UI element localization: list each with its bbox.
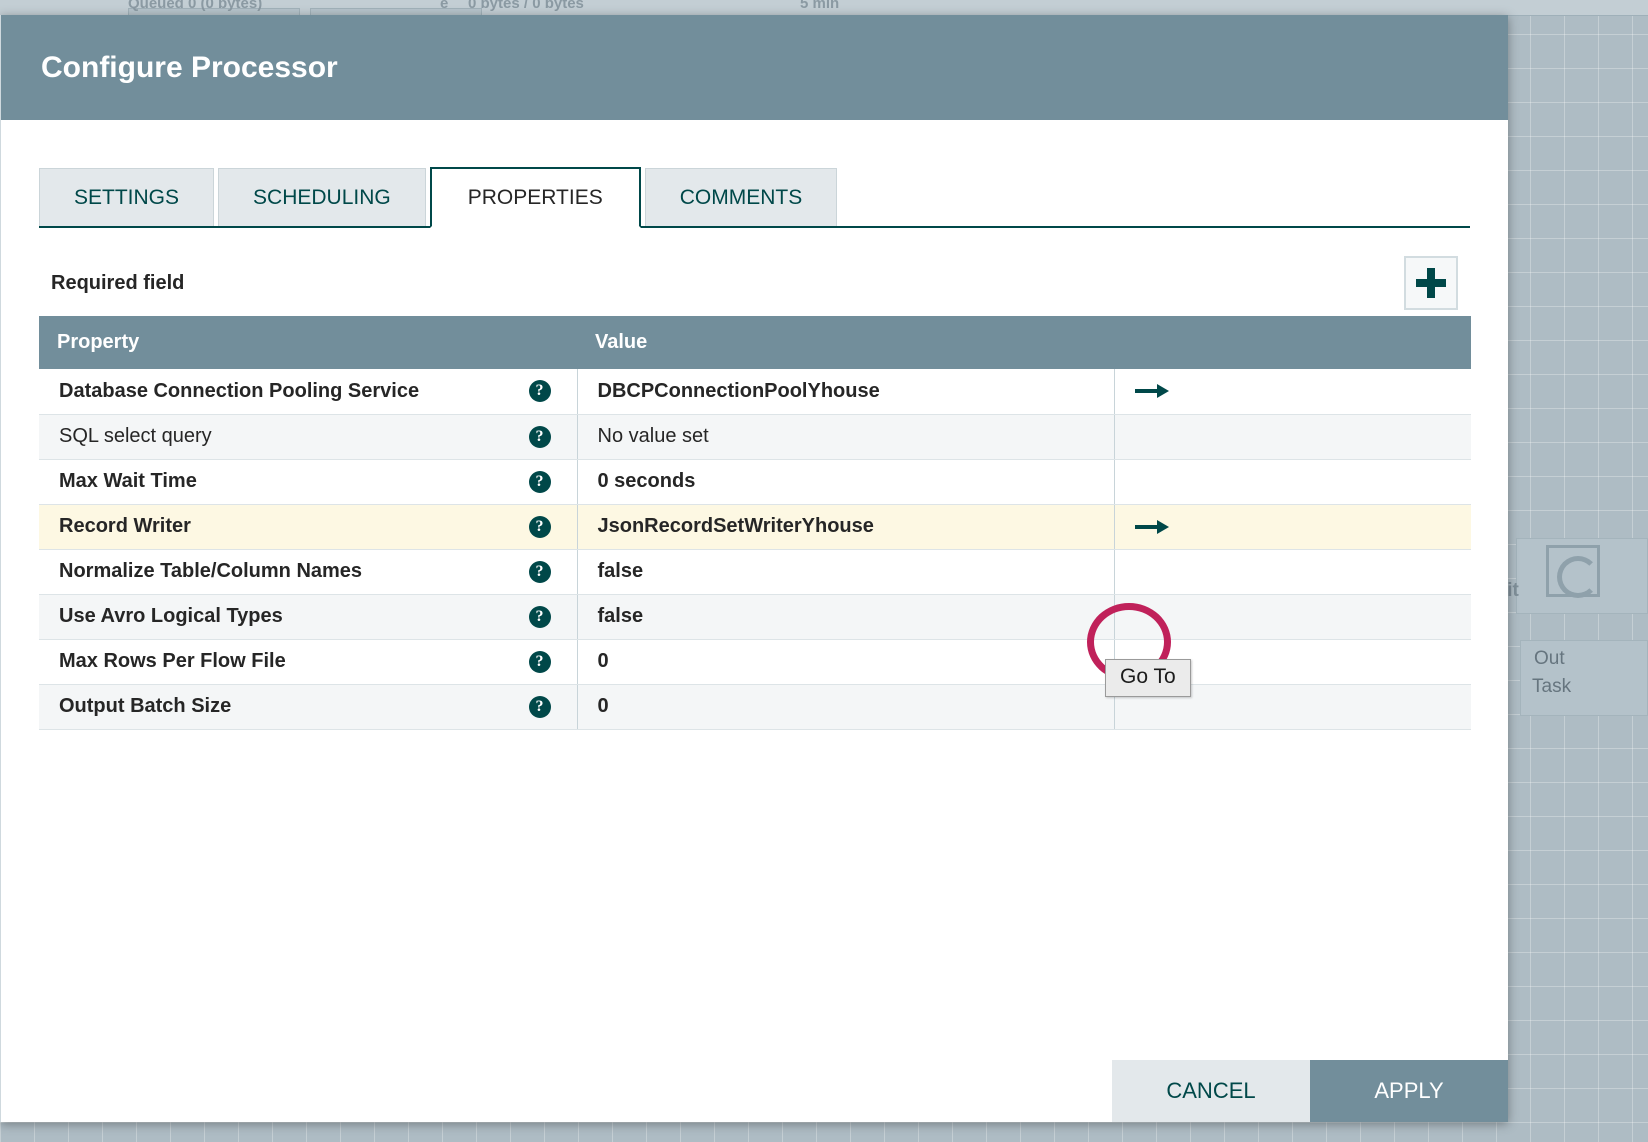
background-bytes-status: 0 bytes / 0 bytes — [468, 0, 584, 12]
dialog-footer: CANCEL APPLY — [1, 1060, 1508, 1122]
help-icon[interactable]: ? — [528, 605, 551, 628]
property-value-cell[interactable]: 0 — [576, 639, 1114, 685]
tab-scheduling[interactable]: SCHEDULING — [218, 168, 426, 226]
property-label: Max Wait Time — [59, 470, 197, 492]
goto-cell[interactable] — [1113, 504, 1471, 550]
arrow-right-icon[interactable] — [1134, 381, 1169, 401]
page-title: Configure Processor — [41, 50, 338, 84]
help-icon[interactable]: ? — [528, 515, 551, 538]
add-property-button[interactable] — [1404, 256, 1458, 310]
property-value-cell[interactable]: No value set — [576, 414, 1114, 460]
property-value-cell[interactable]: false — [576, 594, 1114, 640]
dialog-body: SETTINGS SCHEDULING PROPERTIES COMMENTS … — [1, 120, 1508, 1060]
arrow-right-icon[interactable] — [1134, 517, 1169, 537]
cancel-button[interactable]: CANCEL — [1112, 1060, 1310, 1122]
property-label: Max Rows Per Flow File — [59, 650, 286, 672]
tab-settings[interactable]: SETTINGS — [39, 168, 215, 226]
tab-properties[interactable]: PROPERTIES — [429, 167, 641, 228]
table-row[interactable]: Max Rows Per Flow File? 0 — [39, 639, 1471, 685]
required-field-legend: Required field — [51, 271, 185, 294]
column-header-property: Property — [39, 316, 577, 369]
background-readwrite-status: e — [440, 0, 449, 12]
table-header-row: Property Value — [39, 316, 1471, 369]
apply-button[interactable]: APPLY — [1310, 1060, 1508, 1122]
property-value-cell[interactable]: JsonRecordSetWriterYhouse — [576, 504, 1114, 550]
help-icon[interactable]: ? — [528, 560, 551, 583]
property-label: SQL select query — [59, 425, 212, 447]
goto-tooltip: Go To — [1105, 659, 1191, 697]
property-name-cell: Max Wait Time? — [39, 459, 577, 505]
table-row[interactable]: Normalize Table/Column Names? false — [39, 549, 1471, 595]
property-name-cell: Record Writer? — [39, 504, 577, 550]
background-task-label: Task — [1532, 676, 1572, 697]
dialog-header: Configure Processor — [1, 15, 1508, 120]
property-name-cell: SQL select query? — [39, 414, 577, 460]
background-out-label: Out — [1534, 648, 1565, 669]
property-name-cell: Normalize Table/Column Names? — [39, 549, 577, 595]
table-row[interactable]: Record Writer? JsonRecordSetWriterYhouse — [39, 504, 1471, 550]
configure-processor-dialog: Configure Processor SETTINGS SCHEDULING … — [0, 15, 1508, 1122]
property-name-cell: Max Rows Per Flow File? — [39, 639, 577, 685]
help-icon[interactable]: ? — [528, 380, 551, 403]
properties-subheader: Required field — [39, 254, 1470, 312]
property-label: Database Connection Pooling Service — [59, 379, 420, 402]
property-name-cell: Output Batch Size? — [39, 684, 577, 730]
column-header-value: Value — [577, 316, 1114, 369]
properties-table: Property Value Database Connection Pooli… — [39, 316, 1471, 730]
background-queued-status: Queued 0 (0 bytes) — [128, 0, 263, 12]
plus-icon — [1416, 268, 1446, 298]
help-icon[interactable]: ? — [528, 470, 551, 493]
goto-cell — [1113, 594, 1471, 640]
property-name-cell: Use Avro Logical Types? — [39, 594, 577, 640]
help-icon[interactable]: ? — [528, 425, 551, 448]
table-row[interactable]: Max Wait Time? 0 seconds — [39, 459, 1471, 505]
goto-cell[interactable] — [1113, 369, 1471, 415]
goto-cell — [1113, 459, 1471, 505]
property-label: Normalize Table/Column Names — [59, 560, 363, 582]
goto-cell — [1113, 549, 1471, 595]
background-processor-icon — [1546, 545, 1600, 598]
property-value-cell[interactable]: 0 — [576, 684, 1114, 730]
table-row[interactable]: SQL select query? No value set — [39, 414, 1471, 460]
background-interval-status: 5 min — [800, 0, 840, 12]
property-name-cell: Database Connection Pooling Service? — [39, 369, 577, 415]
property-value-cell[interactable]: DBCPConnectionPoolYhouse — [576, 369, 1114, 415]
property-label: Record Writer — [59, 515, 191, 537]
properties-table-body: Database Connection Pooling Service? DBCP… — [39, 369, 1471, 730]
property-value-cell[interactable]: 0 seconds — [576, 459, 1114, 505]
property-value-cell[interactable]: false — [576, 549, 1114, 595]
property-label: Use Avro Logical Types — [59, 605, 283, 627]
table-row[interactable]: Output Batch Size? 0 — [39, 684, 1471, 730]
property-label: Output Batch Size — [59, 695, 232, 717]
help-icon[interactable]: ? — [528, 695, 551, 718]
table-row[interactable]: Database Connection Pooling Service? DBCP… — [39, 369, 1471, 415]
goto-cell — [1113, 414, 1471, 460]
column-header-goto — [1114, 316, 1471, 369]
help-icon[interactable]: ? — [528, 650, 551, 673]
table-row[interactable]: Use Avro Logical Types? false — [39, 594, 1471, 640]
tab-comments[interactable]: COMMENTS — [644, 168, 838, 226]
tab-bar: SETTINGS SCHEDULING PROPERTIES COMMENTS — [39, 167, 1470, 228]
